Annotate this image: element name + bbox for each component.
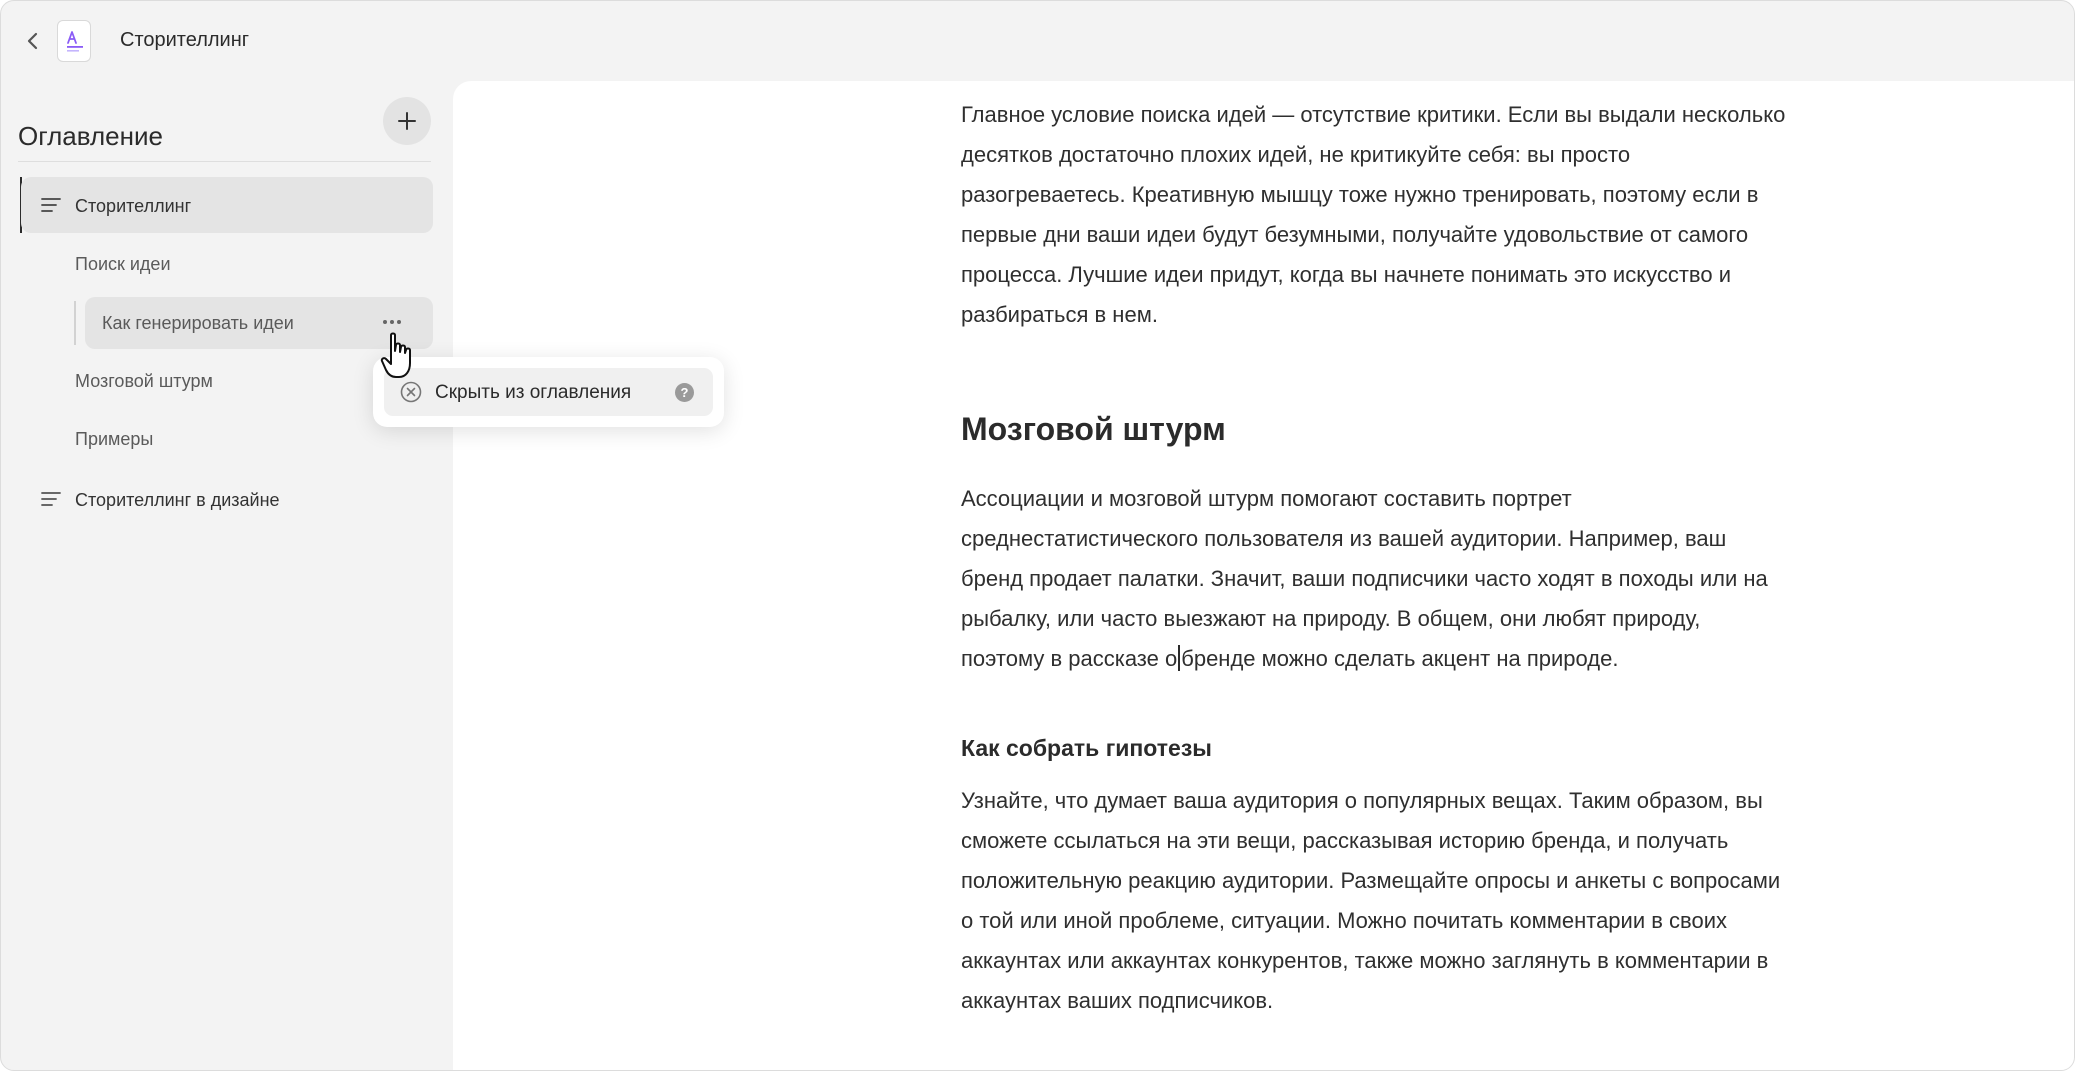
text-line: Главное условие поиска идей — отсутствие…: [961, 102, 1786, 127]
nested-rail: [74, 301, 76, 345]
text-line: Узнайте, что думает ваша аудитория о поп…: [961, 788, 1763, 813]
toc-item-storytelling-design[interactable]: Сторителлинг в дизайне: [21, 471, 433, 527]
help-icon-glyph: ?: [681, 385, 689, 400]
more-options-button[interactable]: [379, 312, 405, 332]
text-segment: бренде можно сделать акцент на природе.: [1181, 646, 1619, 671]
back-button[interactable]: [19, 25, 47, 57]
toc-item-brainstorm[interactable]: Мозговой штурм: [75, 371, 213, 392]
text-line: положительную реакцию аудитории. Размеща…: [961, 868, 1781, 893]
toc-item-idea-search[interactable]: Поиск идеи: [75, 254, 171, 275]
text-caret: [1178, 645, 1181, 671]
text-line: разогреваетесь. Креативную мышцу тоже ну…: [961, 182, 1759, 207]
document-icon: [57, 20, 91, 62]
text-line: десятков достаточно плохих идей, не крит…: [961, 142, 1631, 167]
paragraph-brainstorm[interactable]: Ассоциации и мозговой штурм помогают сос…: [961, 479, 1768, 679]
toc-item-examples[interactable]: Примеры: [75, 429, 153, 450]
toc-heading: Оглавление: [18, 121, 163, 151]
hide-from-toc-option[interactable]: Скрыть из оглавления ?: [384, 368, 713, 416]
paragraph-intro[interactable]: Главное условие поиска идей — отсутствие…: [961, 95, 1785, 335]
heading-hypotheses[interactable]: Как собрать гипотезы: [961, 735, 1212, 762]
text-line: рыбалку, или часто выезжают на природу. …: [961, 606, 1701, 631]
editor-panel[interactable]: Главное условие поиска идей — отсутствие…: [453, 81, 2074, 1070]
add-toc-item-button[interactable]: [383, 97, 431, 145]
app-window: Сторителлинг Оглавление Сторителлинг Пои…: [0, 0, 2075, 1071]
title-bar: Сторителлинг: [1, 1, 2074, 81]
hide-from-toc-label: Скрыть из оглавления: [435, 382, 632, 403]
text-line: сможете ссылаться на эти вещи, рассказыв…: [961, 828, 1729, 853]
plus-icon: [398, 112, 416, 130]
text-line: поэтому в рассказе о бренде можно сделать…: [961, 639, 1768, 679]
text-line: Ассоциации и мозговой штурм помогают сос…: [961, 486, 1572, 511]
document-title: Сторителлинг: [120, 29, 250, 51]
toc-item-label: Как генерировать идеи: [102, 313, 294, 333]
divider: [18, 161, 431, 162]
text-line: процесса. Лучшие идеи придут, когда вы н…: [961, 262, 1731, 287]
text-line: первые дни ваши идеи будут безумными, по…: [961, 222, 1749, 247]
text-line: разбираться в нем.: [961, 302, 1158, 327]
close-circle-icon: [400, 381, 422, 403]
toc-item-storytelling[interactable]: Сторителлинг: [21, 177, 433, 233]
heading-lines-icon: [41, 198, 61, 212]
toc-item-label: Сторителлинг в дизайне: [75, 490, 280, 510]
toc-item-generate-ideas[interactable]: Как генерировать идеи: [85, 297, 433, 349]
text-line: аккаунтах или аккаунтах конкурентов, так…: [961, 948, 1769, 973]
text-line: о той или иной проблеме, ситуации. Можно…: [961, 908, 1727, 933]
text-line: среднестатистического пользователя из ва…: [961, 526, 1727, 551]
heading-lines-icon: [41, 492, 61, 506]
help-icon[interactable]: ?: [675, 383, 694, 402]
chevron-left-icon: [27, 32, 38, 50]
toc-item-label: Сторителлинг: [75, 196, 192, 216]
text-segment: поэтому в рассказе о: [961, 646, 1178, 671]
text-line: бренд продает палатки. Значит, ваши подп…: [961, 566, 1768, 591]
paragraph-hypotheses[interactable]: Узнайте, что думает ваша аудитория о поп…: [961, 781, 1780, 1021]
more-horizontal-icon: [383, 320, 401, 324]
context-menu: Скрыть из оглавления ?: [373, 357, 724, 427]
heading-brainstorm[interactable]: Мозговой штурм: [961, 411, 1226, 448]
text-line: аккаунтах ваших подписчиков.: [961, 988, 1274, 1013]
